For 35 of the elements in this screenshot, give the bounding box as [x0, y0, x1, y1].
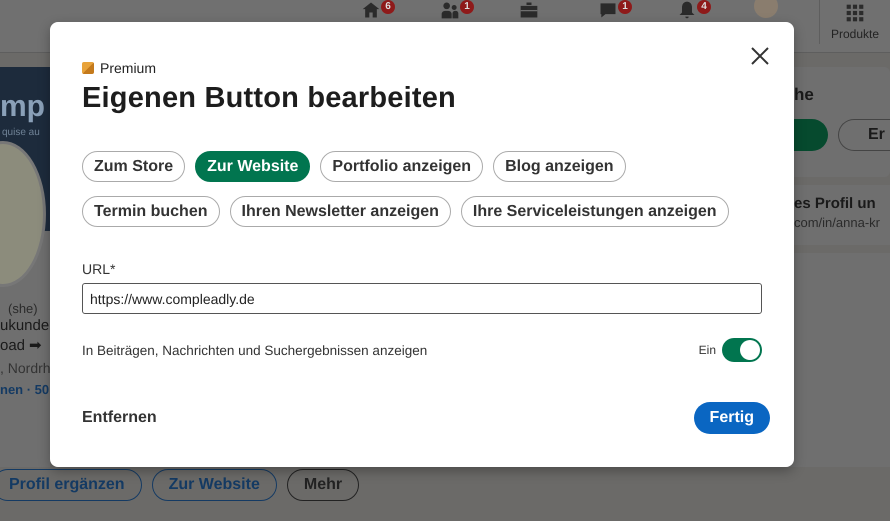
- card-heading: he: [794, 85, 815, 105]
- done-button[interactable]: Fertig: [694, 402, 770, 434]
- option-chip[interactable]: Termin buchen: [82, 196, 220, 227]
- pronouns: (she): [7, 301, 39, 316]
- toggle-state-label: Ein: [698, 343, 716, 357]
- banner-logo-text: mp: [0, 89, 46, 125]
- option-chip[interactable]: Blog anzeigen: [493, 151, 626, 182]
- profile-language-heading: es Profil un: [794, 195, 877, 212]
- remove-button[interactable]: Entfernen: [82, 405, 157, 431]
- notification-badge: 6: [381, 0, 395, 14]
- profile-url: com/in/anna-kr: [794, 215, 881, 230]
- option-chip[interactable]: Ihre Serviceleistungen anzeigen: [460, 196, 729, 227]
- banner-tagline: quise au: [2, 127, 41, 138]
- home-icon[interactable]: [360, 0, 380, 20]
- url-field[interactable]: https://www.compleadly.de: [82, 283, 762, 314]
- headline-text: ukunde: [0, 316, 50, 336]
- premium-icon: [82, 62, 94, 74]
- location-text: , Nordrh: [0, 360, 50, 376]
- notification-badge: 1: [618, 0, 632, 14]
- option-chip[interactable]: Ihren Newsletter anzeigen: [230, 196, 451, 227]
- grid-icon[interactable]: [845, 3, 865, 23]
- field-label: URL*: [82, 261, 116, 277]
- toggle-switch[interactable]: [722, 338, 762, 362]
- briefcase-icon[interactable]: [518, 0, 538, 20]
- dialog-title: Eigenen Button bearbeiten: [82, 82, 457, 115]
- toggle-label: In Beiträgen, Nachrichten und Suchergebnissen anzeigen: [82, 342, 428, 358]
- headline-text: oad ➡: [0, 336, 44, 356]
- premium-label: Premium: [100, 60, 156, 76]
- people-icon[interactable]: [440, 0, 460, 20]
- option-chip[interactable]: Portfolio anzeigen: [320, 151, 484, 182]
- option-chip[interactable]: Zum Store: [82, 151, 186, 182]
- notification-badge: 1: [460, 0, 474, 14]
- option-chip[interactable]: Zur Website: [195, 151, 310, 182]
- pill-button[interactable]: [794, 119, 828, 151]
- notification-badge: 4: [697, 0, 711, 14]
